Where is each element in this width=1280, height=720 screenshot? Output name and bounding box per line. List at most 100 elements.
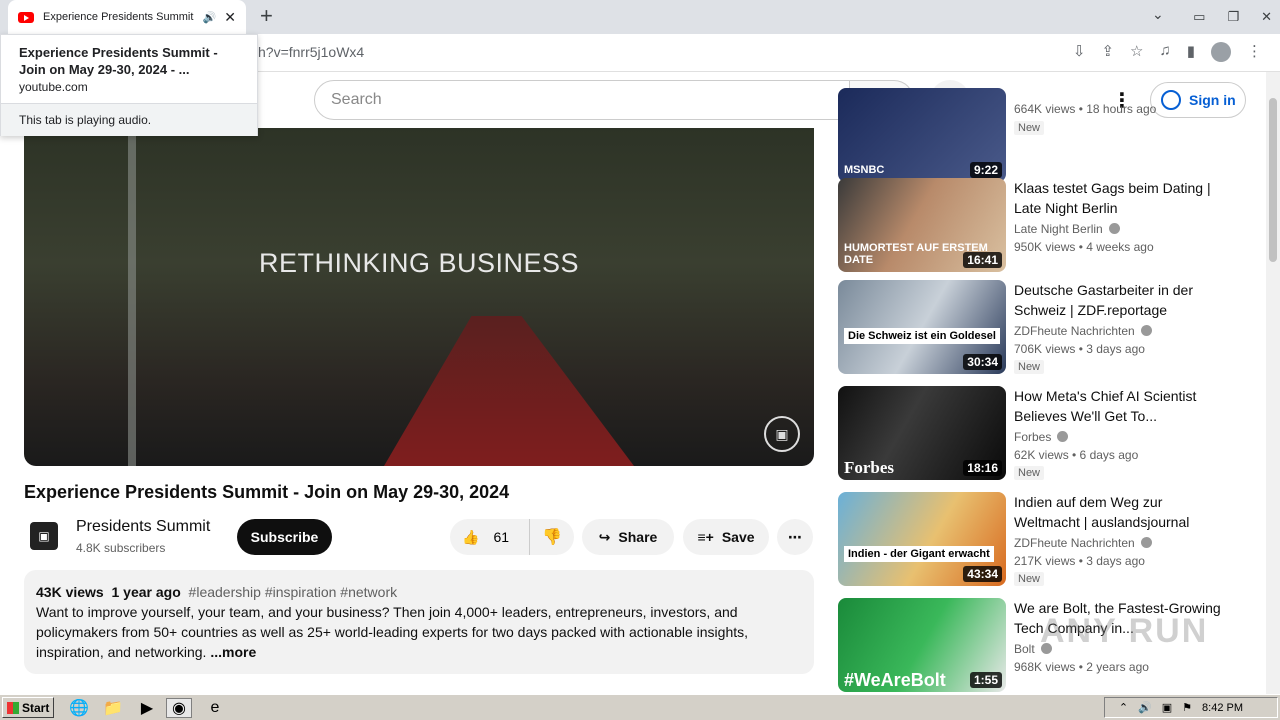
channel-name[interactable]: ZDFheute Nachrichten — [1014, 324, 1152, 338]
share-page-icon[interactable]: ⇪ — [1101, 42, 1114, 62]
clock: 8:42 PM — [1202, 701, 1243, 714]
playlist-add-icon: ≡+ — [697, 529, 714, 545]
share-button[interactable]: ↪ Share — [582, 519, 674, 555]
channel-label: Forbes — [1014, 430, 1052, 444]
hashtags[interactable]: #leadership #inspiration #network — [189, 584, 398, 600]
channel-name[interactable]: Forbes — [1014, 430, 1069, 444]
channel-name[interactable]: Late Night Berlin — [1014, 222, 1120, 236]
flag-icon[interactable]: ⚑ — [1182, 701, 1192, 714]
minimize-button[interactable]: ▭ — [1193, 9, 1205, 25]
tab-search-chevron-icon[interactable]: ⌄ — [1152, 6, 1164, 23]
search-input[interactable]: Search — [314, 80, 850, 120]
edge-icon[interactable]: e — [202, 698, 228, 718]
new-badge: New — [1014, 572, 1045, 586]
more-horizontal-icon: ⋯ — [788, 528, 802, 545]
video-meta: 968K views • 2 years ago — [1014, 660, 1149, 674]
video-duration: 18:16 — [963, 460, 1002, 476]
like-button[interactable]: 👍 61 — [450, 519, 530, 555]
account-icon — [1161, 90, 1181, 110]
tab-hover-card: Experience Presidents Summit - Join on M… — [0, 34, 258, 136]
start-button[interactable]: Start — [2, 697, 54, 718]
video-thumbnail[interactable]: MSNBC 9:22 — [838, 88, 1006, 182]
video-duration: 30:34 — [963, 354, 1002, 370]
network-icon[interactable]: ▣ — [1162, 701, 1172, 714]
verified-icon — [1057, 431, 1069, 442]
media-player-icon[interactable]: ▶ — [134, 698, 160, 718]
channel-avatar[interactable]: ▣ — [30, 522, 58, 550]
video-title-link[interactable]: Deutsche Gastarbeiter in der Schweiz | Z… — [1014, 280, 1230, 320]
volume-icon[interactable]: 🔊 — [1138, 701, 1152, 714]
thumbnail-text: Die Schweiz ist ein Goldesel — [844, 328, 1000, 344]
video-thumbnail[interactable]: HUMORTEST AUF ERSTEM DATE 16:41 — [838, 178, 1006, 272]
video-meta: 217K views • 3 days ago — [1014, 554, 1145, 568]
video-title-link[interactable]: How Meta's Chief AI Scientist Believes W… — [1014, 386, 1230, 426]
restore-button[interactable]: ❐ — [1227, 9, 1239, 25]
channel-label: Bolt — [1014, 642, 1035, 656]
verified-icon — [1140, 325, 1152, 336]
side-panel-icon[interactable]: ▮ — [1187, 42, 1195, 62]
system-tray: ⌃ 🔊 ▣ ⚑ 8:42 PM — [1104, 697, 1278, 718]
video-title-link[interactable]: Klaas testet Gags beim Dating | Late Nig… — [1014, 178, 1230, 218]
taskbar: Start 🌐 📁 ▶ ◉ e ⌃ 🔊 ▣ ⚑ 8:42 PM — [0, 694, 1280, 720]
video-duration: 1:55 — [969, 672, 1002, 688]
new-badge: New — [1014, 121, 1045, 135]
browser-tab[interactable]: Experience Presidents Summit - 🔊 ✕ — [8, 0, 246, 34]
verified-icon — [1108, 223, 1120, 234]
upload-age: 1 year ago — [111, 584, 181, 600]
thumbnail-text: MSNBC — [844, 164, 885, 176]
sign-in-button[interactable]: Sign in — [1150, 82, 1246, 118]
video-player[interactable]: RETHINKING BUSINESS ▣ — [24, 128, 814, 466]
more-actions-button[interactable]: ⋯ — [777, 519, 813, 555]
video-description[interactable]: 43K views 1 year ago #leadership #inspir… — [24, 570, 814, 674]
video-meta: 664K views • 18 hours ago — [1014, 102, 1157, 116]
file-explorer-icon[interactable]: 📁 — [100, 698, 126, 718]
video-meta: 950K views • 4 weeks ago — [1014, 240, 1154, 254]
channel-label: ZDFheute Nachrichten — [1014, 324, 1135, 338]
channel-name[interactable]: ZDFheute Nachrichten — [1014, 536, 1152, 550]
install-app-icon[interactable]: ⇩ — [1073, 42, 1086, 62]
speaker-icon[interactable]: 🔊 — [203, 11, 217, 24]
tray-expand-icon[interactable]: ⌃ — [1119, 701, 1128, 714]
video-thumbnail[interactable]: Forbes 18:16 — [838, 386, 1006, 480]
save-label: Save — [721, 529, 755, 545]
browser-menu-icon[interactable]: ⋮ — [1247, 42, 1262, 62]
video-duration: 9:22 — [969, 162, 1002, 178]
video-meta: 706K views • 3 days ago — [1014, 342, 1145, 356]
like-dislike-bar: 👍 61 👎 — [450, 519, 574, 555]
thumbs-up-icon: 👍 — [462, 528, 480, 545]
browser-titlebar: Experience Presidents Summit - 🔊 ✕ + ⌄ ▭… — [0, 0, 1280, 34]
chrome-icon[interactable]: ◉ — [166, 698, 192, 718]
profile-avatar-icon[interactable] — [1211, 42, 1231, 62]
video-thumbnail[interactable]: Die Schweiz ist ein Goldesel 30:34 — [838, 280, 1006, 374]
address-bar[interactable]: h?v=fnrr5j1oWx4 — [258, 44, 364, 60]
windows-logo-icon — [7, 701, 19, 714]
tab-title: Experience Presidents Summit - — [43, 11, 195, 23]
video-thumbnail[interactable]: #WeAreBolt 1:55 — [838, 598, 1006, 692]
close-tab-icon[interactable]: ✕ — [224, 9, 236, 26]
video-thumbnail[interactable]: Indien - der Gigant erwacht 43:34 — [838, 492, 1006, 586]
dislike-button[interactable]: 👎 — [530, 527, 574, 547]
save-button[interactable]: ≡+ Save — [683, 519, 769, 555]
new-badge: New — [1014, 466, 1045, 480]
start-label: Start — [22, 700, 50, 715]
video-title-link[interactable]: Indien auf dem Weg zur Weltmacht | ausla… — [1014, 492, 1230, 532]
toolbar-icons: ⇩ ⇪ ☆ ♫ ▮ ⋮ — [1073, 42, 1262, 62]
bookmark-star-icon[interactable]: ☆ — [1130, 42, 1143, 62]
video-scene-carpet — [384, 316, 634, 466]
subscribe-button[interactable]: Subscribe — [237, 519, 332, 555]
video-meta: 62K views • 6 days ago — [1014, 448, 1139, 462]
channel-name[interactable]: Presidents Summit — [76, 518, 210, 536]
sign-in-label: Sign in — [1189, 92, 1236, 108]
internet-explorer-icon[interactable]: 🌐 — [66, 698, 92, 718]
media-control-icon[interactable]: ♫ — [1159, 42, 1170, 62]
verified-icon — [1140, 537, 1152, 548]
scrollbar-thumb[interactable] — [1269, 98, 1277, 262]
thumbnail-text: Indien - der Gigant erwacht — [844, 546, 994, 562]
close-window-button[interactable]: ✕ — [1261, 9, 1272, 25]
channel-watermark-icon[interactable]: ▣ — [764, 416, 800, 452]
channel-label: ZDFheute Nachrichten — [1014, 536, 1135, 550]
page-scrollbar[interactable] — [1266, 72, 1280, 694]
show-more-link[interactable]: ...more — [210, 644, 256, 660]
new-tab-button[interactable]: + — [260, 3, 273, 29]
like-count: 61 — [493, 529, 510, 545]
